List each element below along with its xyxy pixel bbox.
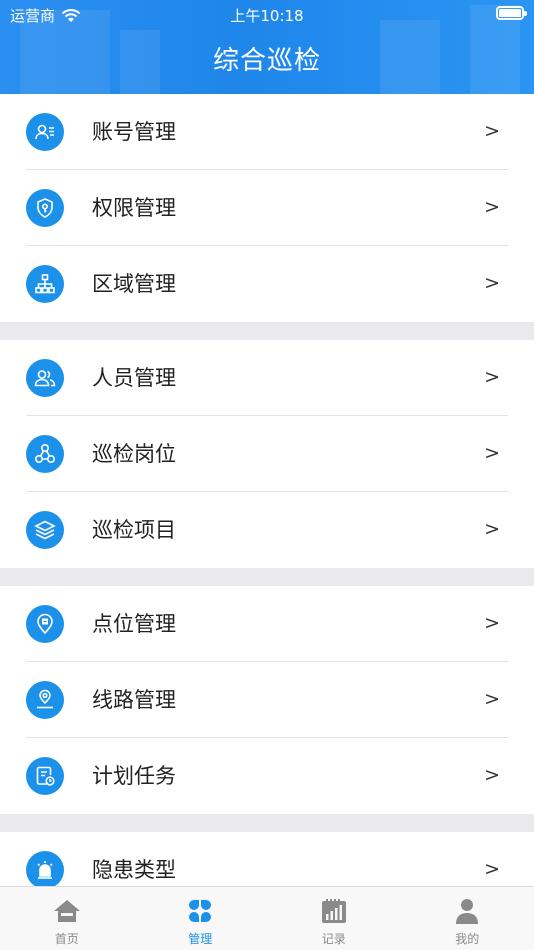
tab-manage[interactable]: 管理 (134, 887, 268, 950)
chevron-right-icon: > (484, 764, 500, 786)
chart-record-icon (321, 899, 346, 923)
menu-item-project[interactable]: 巡检项目 > (0, 492, 534, 568)
menu-group-2: 人员管理 > 巡检岗位 > 巡检项目 > (0, 340, 534, 568)
task-clock-icon (26, 757, 64, 795)
tab-home-label: 首页 (54, 932, 79, 946)
chevron-right-icon: > (484, 272, 500, 294)
route-icon (26, 681, 64, 719)
group-gap (0, 322, 534, 340)
menu-item-label: 点位管理 (92, 612, 176, 636)
menu-item-label: 人员管理 (92, 366, 176, 390)
alarm-light-icon (26, 851, 64, 889)
chevron-right-icon: > (484, 858, 500, 880)
group-gap (0, 568, 534, 586)
chevron-right-icon: > (484, 612, 500, 634)
tab-home[interactable]: 首页 (0, 887, 134, 950)
home-icon (53, 900, 80, 922)
page-title: 综合巡检 (212, 46, 321, 76)
menu-item-account[interactable]: 账号管理 > (0, 94, 534, 170)
menu-group-3: 点位管理 > 线路管理 > 计划任务 > (0, 586, 534, 814)
chevron-right-icon: > (484, 518, 500, 540)
menu-item-point[interactable]: 点位管理 > (0, 586, 534, 662)
shield-key-icon (26, 189, 64, 227)
people-icon (26, 359, 64, 397)
header-bar: 运营商 上午10:18 综合巡检 (0, 0, 534, 94)
menu-item-label: 区域管理 (92, 272, 176, 296)
menu-item-route[interactable]: 线路管理 > (0, 662, 534, 738)
menu-item-label: 巡检岗位 (92, 442, 176, 466)
grid-petals-icon (189, 900, 212, 922)
chevron-right-icon: > (484, 442, 500, 464)
battery-icon (496, 6, 527, 20)
menu-item-label: 计划任务 (92, 764, 176, 788)
org-tree-icon (26, 265, 64, 303)
chevron-right-icon: > (484, 688, 500, 710)
tab-mine-label: 我的 (455, 932, 480, 946)
menu-group-1: 账号管理 > 权限管理 > 区域管理 > (0, 94, 534, 322)
hierarchy-nodes-icon (26, 435, 64, 473)
menu-item-label: 权限管理 (92, 196, 176, 220)
group-gap (0, 814, 534, 832)
menu-item-label: 账号管理 (92, 120, 176, 144)
chevron-right-icon: > (484, 366, 500, 388)
menu-item-label: 巡检项目 (92, 518, 176, 542)
menu-item-post[interactable]: 巡检岗位 > (0, 416, 534, 492)
user-icon (456, 899, 479, 924)
menu-item-permission[interactable]: 权限管理 > (0, 170, 534, 246)
tab-mine[interactable]: 我的 (401, 887, 534, 950)
status-bar: 运营商 上午10:18 (0, 0, 534, 28)
layers-icon (26, 511, 64, 549)
location-pin-icon (26, 605, 64, 643)
menu-item-personnel[interactable]: 人员管理 > (0, 340, 534, 416)
chevron-right-icon: > (484, 196, 500, 218)
chevron-right-icon: > (484, 120, 500, 142)
tab-bar: 首页 管理 记录 我的 (0, 886, 534, 950)
tab-record[interactable]: 记录 (267, 887, 401, 950)
tab-manage-label: 管理 (188, 932, 213, 946)
menu-item-label: 隐患类型 (92, 858, 176, 882)
status-time: 上午10:18 (230, 7, 304, 25)
menu-item-region[interactable]: 区域管理 > (0, 246, 534, 322)
menu-item-label: 线路管理 (92, 688, 176, 712)
menu-item-plan-task[interactable]: 计划任务 > (0, 738, 534, 814)
tab-record-label: 记录 (321, 932, 346, 946)
menu-list: 账号管理 > 权限管理 > 区域管理 > 人员管理 > 巡检岗位 > 巡检项目 … (0, 94, 534, 908)
account-card-icon (26, 113, 64, 151)
